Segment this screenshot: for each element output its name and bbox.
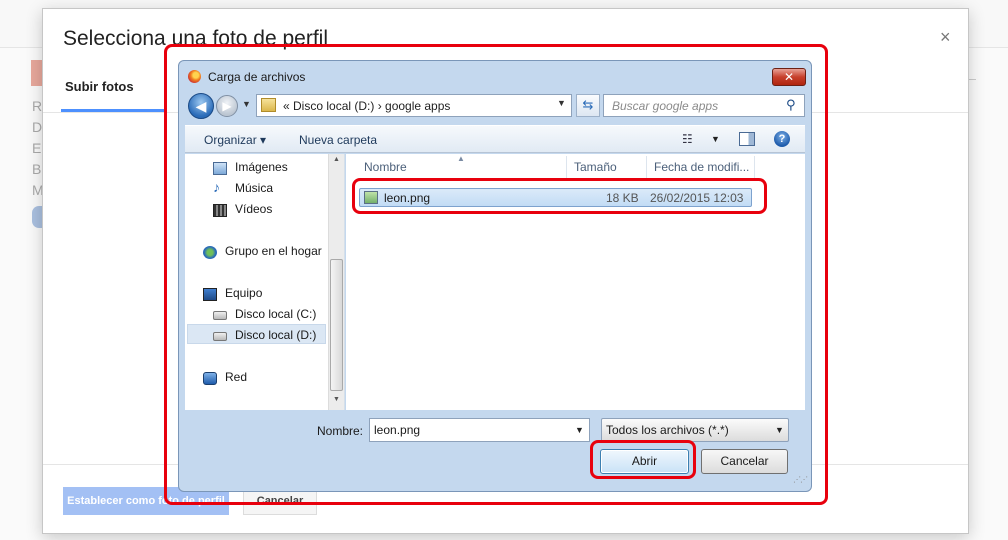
firefox-icon (188, 70, 201, 83)
drive-c-icon (213, 311, 227, 320)
sort-ascending-icon: ▲ (457, 154, 465, 163)
organize-menu-button[interactable]: Organizar ▾ (204, 133, 266, 147)
filename-input[interactable]: leon.png ▼ (369, 418, 590, 442)
file-row[interactable]: leon.png 18 KB 26/02/2015 12:03 (359, 188, 752, 207)
navigation-bar: ◀ ▶ ▼ « Disco local (D:) › google apps ▼… (185, 91, 805, 121)
column-header-size[interactable]: Tamaño (574, 160, 617, 174)
sidebar-item-drive-c[interactable]: Disco local (C:) (235, 307, 316, 321)
dialog-bottom-controls: Nombre: leon.png ▼ Todos los archivos (*… (185, 411, 808, 489)
column-header-name[interactable]: Nombre (364, 160, 407, 174)
view-dropdown-icon[interactable]: ▼ (711, 134, 720, 144)
computer-icon (203, 288, 217, 301)
tab-upload-photos[interactable]: Subir fotos (65, 79, 134, 94)
sidebar-item-pictures[interactable]: Imágenes (235, 160, 288, 174)
column-separator (566, 156, 567, 178)
folder-icon (261, 98, 276, 112)
scrollbar-thumb[interactable] (330, 259, 343, 391)
search-placeholder: Buscar google apps (612, 99, 719, 113)
column-separator (646, 156, 647, 178)
filetype-dropdown-icon[interactable]: ▼ (775, 425, 784, 435)
drive-d-icon (213, 332, 227, 341)
file-name: leon.png (384, 191, 431, 205)
pictures-icon (213, 162, 227, 175)
filename-value[interactable]: leon.png (374, 423, 420, 437)
music-icon: ♪ (213, 179, 220, 195)
column-separator (754, 156, 755, 178)
address-path[interactable]: « Disco local (D:) › google apps (283, 99, 450, 113)
sidebar-item-music[interactable]: Música (235, 181, 273, 195)
network-icon (203, 372, 217, 385)
view-options-icon[interactable]: ☷ (682, 132, 693, 146)
dialog-cancel-button[interactable]: Cancelar (701, 449, 788, 474)
file-size: 18 KB (606, 191, 639, 205)
column-header-date[interactable]: Fecha de modifi... (654, 160, 749, 174)
open-button[interactable]: Abrir (600, 449, 689, 474)
address-bar[interactable]: « Disco local (D:) › google apps ▼ (256, 94, 572, 117)
refresh-icon[interactable]: ⇆ (576, 94, 600, 117)
sidebar-item-drive-d[interactable]: Disco local (D:) (235, 328, 316, 342)
forward-arrow-icon[interactable]: ▶ (216, 95, 238, 117)
image-file-icon (364, 191, 378, 204)
scroll-down-icon[interactable]: ▼ (333, 396, 340, 403)
sidebar-item-homegroup[interactable]: Grupo en el hogar (225, 244, 322, 258)
command-toolbar: Organizar ▾ Nueva carpeta ☷ ▼ ? (185, 125, 805, 153)
back-arrow-icon[interactable]: ◀ (188, 93, 214, 119)
modal-close-icon[interactable]: × (940, 27, 951, 48)
new-folder-button[interactable]: Nueva carpeta (299, 133, 377, 147)
file-list-pane: ▲ Nombre Tamaño Fecha de modifi... leon.… (346, 154, 805, 410)
search-icon[interactable]: ⚲ (786, 97, 796, 113)
filename-dropdown-icon[interactable]: ▼ (575, 425, 584, 435)
search-input[interactable]: Buscar google apps ⚲ (603, 94, 805, 117)
homegroup-icon (203, 246, 217, 259)
background-divider (968, 64, 976, 80)
videos-icon (213, 204, 227, 217)
file-upload-dialog: Carga de archivos ✕ ◀ ▶ ▼ « Disco local … (178, 60, 812, 492)
history-dropdown-icon[interactable]: ▼ (242, 99, 251, 109)
modal-title: Selecciona una foto de perfil (63, 27, 329, 50)
file-date: 26/02/2015 12:03 (650, 191, 744, 205)
dialog-close-button[interactable]: ✕ (772, 68, 806, 86)
help-icon[interactable]: ? (774, 131, 790, 147)
dialog-title: Carga de archivos (208, 70, 306, 84)
filename-label: Nombre: (317, 424, 364, 438)
sidebar-item-computer[interactable]: Equipo (225, 286, 262, 300)
scroll-up-icon[interactable]: ▲ (333, 156, 340, 163)
navigation-scrollbar[interactable]: ▲ ▼ (328, 154, 344, 410)
dialog-title-bar[interactable]: Carga de archivos ✕ (179, 61, 811, 91)
sidebar-item-videos[interactable]: Vídeos (235, 202, 272, 216)
resize-grip-icon[interactable]: ⋰⋰ (793, 475, 808, 484)
sidebar-item-network[interactable]: Red (225, 370, 247, 384)
address-dropdown-icon[interactable]: ▼ (557, 98, 566, 108)
preview-pane-icon[interactable] (739, 132, 755, 146)
filetype-select[interactable]: Todos los archivos (*.*) ▼ (601, 418, 789, 442)
navigation-pane: Imágenes ♪ Música Vídeos Grupo en el hog… (185, 154, 345, 410)
filetype-value: Todos los archivos (*.*) (606, 423, 729, 437)
